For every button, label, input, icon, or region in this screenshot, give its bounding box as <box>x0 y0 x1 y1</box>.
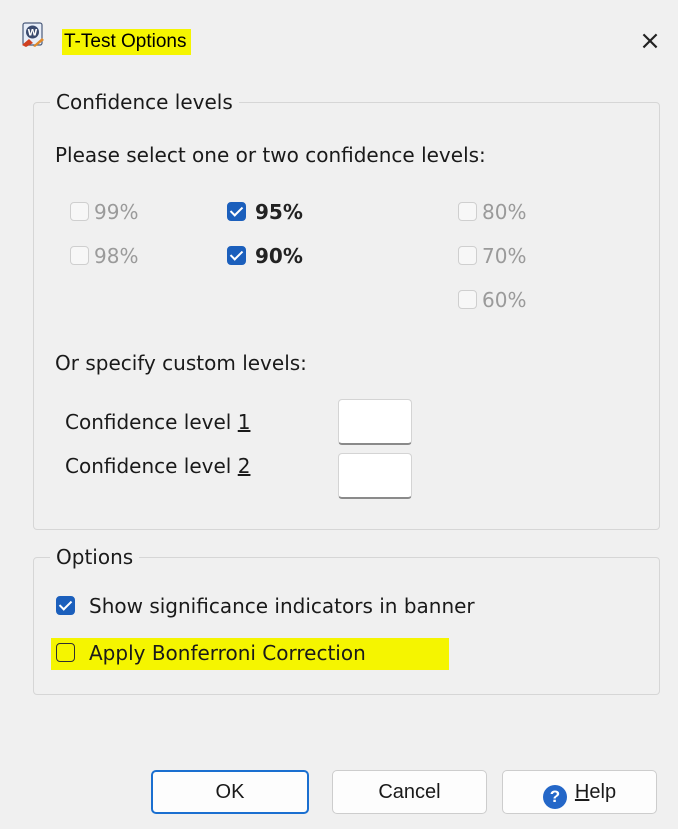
close-icon[interactable]: × <box>632 24 668 58</box>
checkbox-98-box <box>70 246 89 265</box>
svg-text:W: W <box>28 29 38 39</box>
help-label: elp <box>589 781 617 803</box>
help-button[interactable]: ? Help <box>502 770 657 814</box>
checkbox-98-label: 98% <box>94 244 139 268</box>
confidence-level-2-mnemonic: 2 <box>237 454 251 478</box>
bonferroni-box[interactable] <box>56 643 75 662</box>
checkbox-90-box[interactable] <box>227 246 246 265</box>
cancel-button[interactable]: Cancel <box>332 770 487 814</box>
checkbox-99-label: 99% <box>94 200 139 224</box>
confidence-level-2-input[interactable] <box>338 453 412 499</box>
checkbox-90-label[interactable]: 90% <box>255 243 303 269</box>
confidence-level-1-prefix: Confidence level <box>65 410 238 434</box>
show-significance-box[interactable] <box>56 596 75 615</box>
options-group <box>33 557 660 695</box>
confidence-level-1-mnemonic: 1 <box>237 410 251 434</box>
checkbox-95-label[interactable]: 95% <box>255 199 303 225</box>
confidence-level-1-label: Confidence level 1 <box>65 409 250 435</box>
show-significance-label[interactable]: Show significance indicators in banner <box>89 593 475 619</box>
custom-levels-prompt: Or specify custom levels: <box>55 351 307 375</box>
checkbox-95-box[interactable] <box>227 202 246 221</box>
confidence-prompt: Please select one or two confidence leve… <box>55 143 486 167</box>
confidence-levels-legend: Confidence levels <box>50 89 239 115</box>
title-bar: W T-Test Options × <box>0 0 678 84</box>
ok-button[interactable]: OK <box>151 770 309 814</box>
checkbox-80-label: 80% <box>482 200 527 224</box>
confidence-level-2-label: Confidence level 2 <box>65 453 250 479</box>
checkbox-60-label: 60% <box>482 288 527 312</box>
checkbox-99-box <box>70 202 89 221</box>
checkbox-70-box <box>458 246 477 265</box>
options-legend: Options <box>50 544 140 570</box>
window-title: T-Test Options <box>62 29 191 55</box>
bonferroni-label[interactable]: Apply Bonferroni Correction <box>89 640 366 666</box>
confidence-level-1-input[interactable] <box>338 399 412 445</box>
help-icon: ? <box>542 785 567 809</box>
checkbox-80-box <box>458 202 477 221</box>
checkbox-60-box <box>458 290 477 309</box>
confidence-level-2-prefix: Confidence level <box>65 454 238 478</box>
app-icon: W <box>20 22 46 48</box>
help-mnemonic: H <box>574 781 590 803</box>
checkbox-70-label: 70% <box>482 244 527 268</box>
